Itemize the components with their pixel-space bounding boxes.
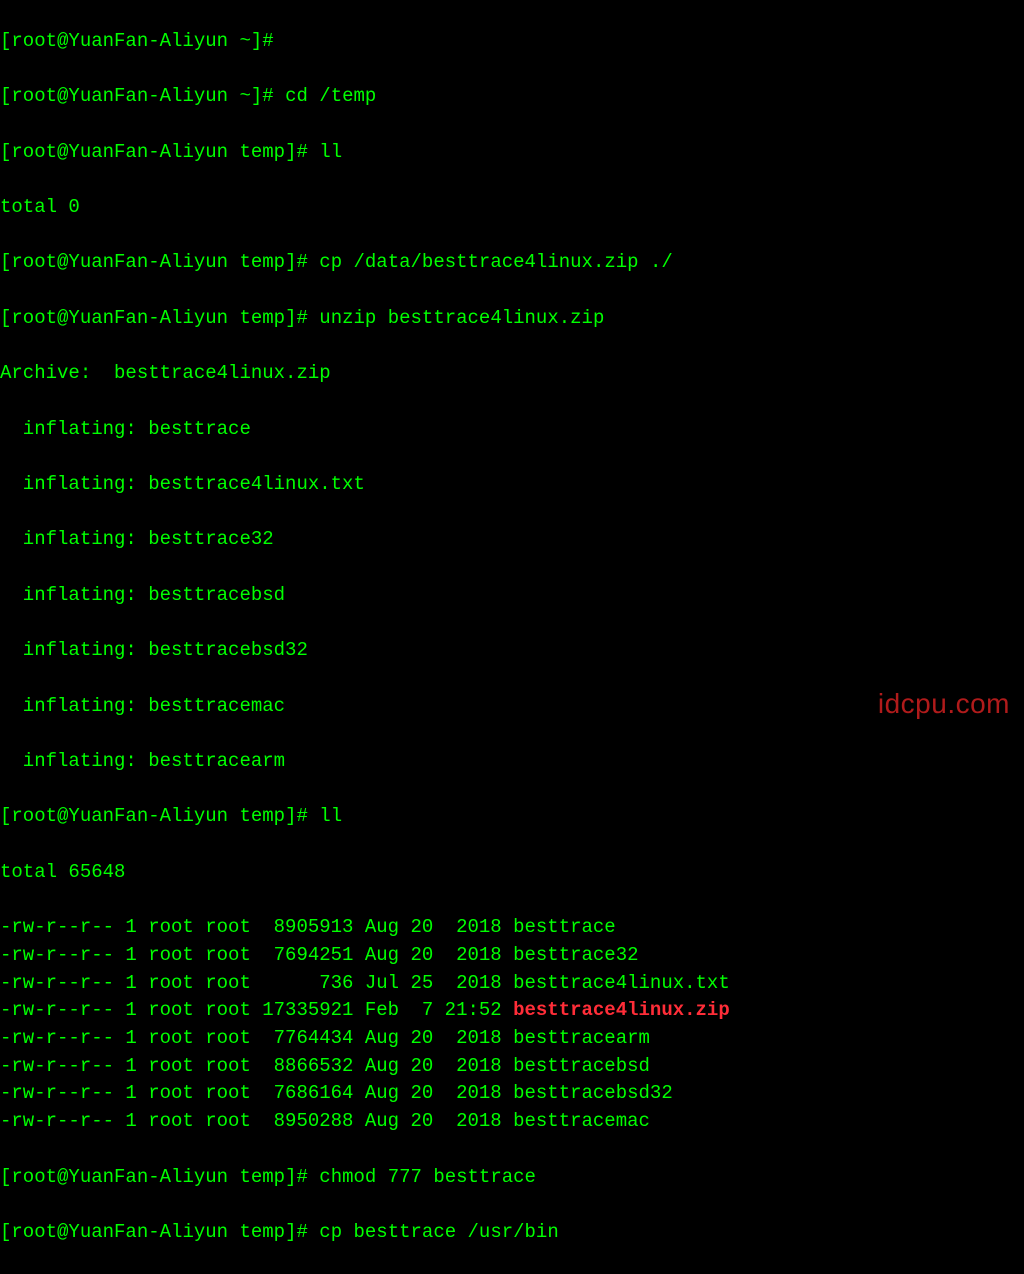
file-name: besttrace4linux.zip: [513, 999, 730, 1021]
prompt-line-ll2: [root@YuanFan-Aliyun temp]# ll: [0, 803, 1024, 831]
file-name: besttracearm: [513, 1027, 650, 1049]
prompt-line-unzip: [root@YuanFan-Aliyun temp]# unzip besttr…: [0, 305, 1024, 333]
output-total0: total 0: [0, 194, 1024, 222]
output-archive: Archive: besttrace4linux.zip: [0, 360, 1024, 388]
file-row: -rw-r--r-- 1 root root 7686164 Aug 20 20…: [0, 1080, 1024, 1108]
output-total2: total 65648: [0, 859, 1024, 887]
prompt-line-cpbin: [root@YuanFan-Aliyun temp]# cp besttrace…: [0, 1219, 1024, 1247]
prompt-line-ll1: [root@YuanFan-Aliyun temp]# ll: [0, 139, 1024, 167]
terminal-output[interactable]: [root@YuanFan-Aliyun ~]# [root@YuanFan-A…: [0, 0, 1024, 1274]
file-name: besttracebsd: [513, 1055, 650, 1077]
file-row: -rw-r--r-- 1 root root 7694251 Aug 20 20…: [0, 942, 1024, 970]
prompt-line-chmod: [root@YuanFan-Aliyun temp]# chmod 777 be…: [0, 1164, 1024, 1192]
file-name: besttracebsd32: [513, 1082, 673, 1104]
watermark-text: idcpu.com: [878, 690, 1010, 718]
output-inflating-1: inflating: besttrace4linux.txt: [0, 471, 1024, 499]
output-inflating-2: inflating: besttrace32: [0, 526, 1024, 554]
output-inflating-0: inflating: besttrace: [0, 416, 1024, 444]
output-inflating-5: inflating: besttracemac: [0, 693, 1024, 721]
file-name: besttracemac: [513, 1110, 650, 1132]
prompt-line-empty: [root@YuanFan-Aliyun ~]#: [0, 28, 1024, 56]
file-name: besttrace32: [513, 944, 638, 966]
file-row: -rw-r--r-- 1 root root 736 Jul 25 2018 b…: [0, 970, 1024, 998]
output-inflating-4: inflating: besttracebsd32: [0, 637, 1024, 665]
file-name: besttrace4linux.txt: [513, 972, 730, 994]
prompt-line-cp: [root@YuanFan-Aliyun temp]# cp /data/bes…: [0, 249, 1024, 277]
prompt-line-cd: [root@YuanFan-Aliyun ~]# cd /temp: [0, 83, 1024, 111]
file-row: -rw-r--r-- 1 root root 8950288 Aug 20 20…: [0, 1108, 1024, 1136]
file-row: -rw-r--r-- 1 root root 17335921 Feb 7 21…: [0, 997, 1024, 1025]
file-name: besttrace: [513, 916, 616, 938]
file-row: -rw-r--r-- 1 root root 7764434 Aug 20 20…: [0, 1025, 1024, 1053]
output-inflating-6: inflating: besttracearm: [0, 748, 1024, 776]
file-row: -rw-r--r-- 1 root root 8905913 Aug 20 20…: [0, 914, 1024, 942]
file-row: -rw-r--r-- 1 root root 8866532 Aug 20 20…: [0, 1053, 1024, 1081]
output-inflating-3: inflating: besttracebsd: [0, 582, 1024, 610]
